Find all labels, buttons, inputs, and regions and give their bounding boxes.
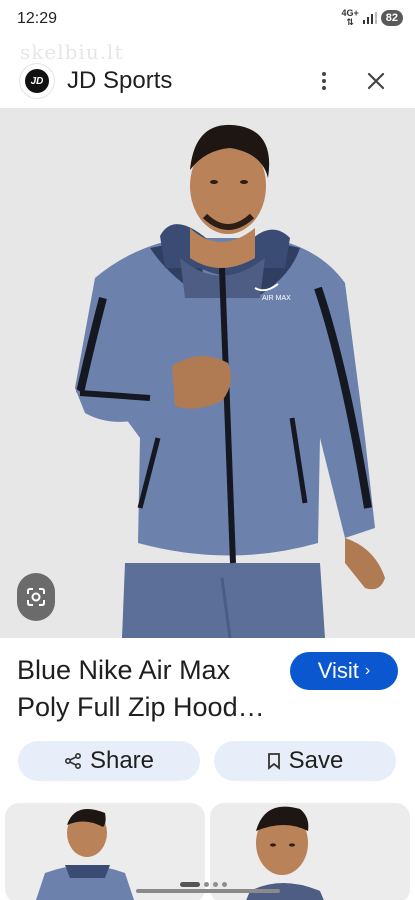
visit-button[interactable]: Visit › bbox=[290, 652, 398, 690]
visit-label: Visit bbox=[317, 658, 359, 683]
status-indicators: 4G+ ⇅ 82 bbox=[341, 9, 403, 27]
home-gesture-bar[interactable] bbox=[136, 889, 280, 893]
result-header: JD JD Sports bbox=[0, 56, 415, 106]
page-dot bbox=[204, 882, 209, 887]
save-button[interactable]: Save bbox=[214, 741, 396, 781]
svg-text:AIR MAX: AIR MAX bbox=[262, 295, 291, 302]
save-label: Save bbox=[288, 747, 344, 774]
data-arrows-icon: ⇅ bbox=[346, 17, 354, 27]
status-time: 12:29 bbox=[17, 10, 58, 27]
close-icon[interactable] bbox=[362, 66, 390, 96]
bookmark-icon bbox=[267, 753, 280, 770]
share-icon bbox=[64, 752, 81, 770]
site-logo[interactable]: JD bbox=[20, 64, 54, 98]
signal-icon bbox=[362, 12, 377, 24]
network-indicator: 4G+ ⇅ bbox=[341, 9, 358, 27]
google-lens-button[interactable] bbox=[17, 573, 55, 621]
page-dot bbox=[222, 882, 227, 887]
battery-icon: 82 bbox=[380, 10, 403, 26]
lens-icon bbox=[27, 588, 45, 606]
product-photo: AIR MAX bbox=[75, 124, 385, 638]
status-bar: 12:29 4G+ ⇅ 82 bbox=[0, 0, 415, 38]
more-options-icon[interactable] bbox=[310, 66, 338, 96]
product-image[interactable]: AIR MAX bbox=[0, 108, 415, 638]
page-dot-active bbox=[180, 882, 200, 887]
site-name[interactable]: JD Sports bbox=[67, 67, 172, 95]
site-logo-text: JD bbox=[25, 69, 49, 93]
chevron-right-icon: › bbox=[364, 662, 371, 679]
product-title[interactable]: Blue Nike Air Max Poly Full Zip Hood… bbox=[17, 652, 287, 726]
share-label: Share bbox=[89, 747, 155, 774]
carousel-indicator bbox=[180, 882, 227, 887]
page-dot bbox=[213, 882, 218, 887]
share-button[interactable]: Share bbox=[18, 741, 200, 781]
navigation-bar bbox=[0, 872, 415, 900]
